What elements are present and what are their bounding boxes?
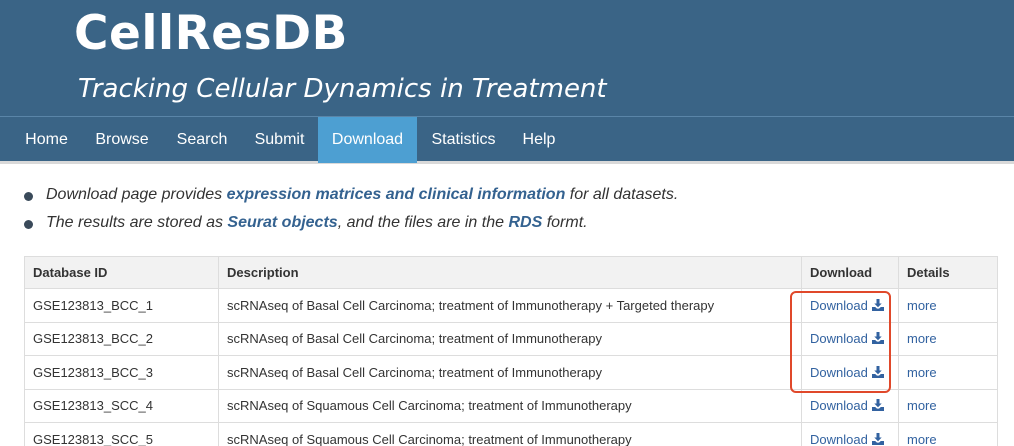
cell-database-id: GSE123813_BCC_2 [24, 321, 219, 356]
site-tagline: Tracking Cellular Dynamics in Treatment [78, 74, 607, 104]
bullet-icon [24, 220, 33, 229]
column-header-database-id: Database ID [24, 256, 219, 289]
note-highlight: Seurat objects [227, 214, 338, 231]
cell-database-id: GSE123813_BCC_1 [24, 288, 219, 323]
note-highlight: RDS [508, 214, 543, 231]
cell-database-id: GSE123813_BCC_3 [24, 355, 219, 390]
details-more-link[interactable]: more [907, 298, 937, 313]
site-banner: CellResDB Tracking Cellular Dynamics in … [0, 0, 1014, 116]
main-nav: Home Browse Search Submit Download Stati… [0, 116, 1014, 164]
download-link-label: Download [810, 398, 868, 414]
download-icon [871, 399, 884, 412]
note-text: , and the files are in the [337, 214, 509, 231]
note-text: The results are stored as [46, 214, 228, 231]
cell-description: scRNAseq of Squamous Cell Carcinoma; tre… [218, 388, 802, 423]
download-icon [871, 432, 884, 445]
details-more-link[interactable]: more [907, 398, 937, 413]
nav-browse[interactable]: Browse [81, 117, 163, 163]
nav-help[interactable]: Help [510, 117, 568, 163]
highlight-box [790, 291, 891, 393]
nav-home[interactable]: Home [12, 117, 81, 163]
table-header-row: Database ID Description Download Details [24, 256, 998, 289]
nav-search[interactable]: Search [163, 117, 241, 163]
column-header-details: Details [898, 256, 998, 289]
details-more-link[interactable]: more [907, 331, 937, 346]
note-text: Download page provides [46, 186, 227, 203]
cell-database-id: GSE123813_SCC_5 [24, 422, 219, 446]
note-text: formt. [542, 214, 588, 231]
table-row: GSE123813_SCC_4 scRNAseq of Squamous Cel… [24, 388, 998, 423]
cell-description: scRNAseq of Basal Cell Carcinoma; treatm… [218, 355, 802, 390]
note-text: for all datasets. [565, 186, 679, 203]
nav-statistics[interactable]: Statistics [417, 117, 510, 163]
details-more-link[interactable]: more [907, 432, 937, 446]
column-header-description: Description [218, 256, 802, 289]
cell-description: scRNAseq of Basal Cell Carcinoma; treatm… [218, 321, 802, 356]
cell-description: scRNAseq of Squamous Cell Carcinoma; tre… [218, 422, 802, 446]
bullet-icon [24, 192, 33, 201]
download-link-label: Download [810, 431, 868, 446]
download-link[interactable]: Download [810, 398, 884, 413]
note-highlight: expression matrices and clinical informa… [226, 186, 566, 203]
column-header-download: Download [801, 256, 899, 289]
details-more-link[interactable]: more [907, 365, 937, 380]
download-link[interactable]: Download [810, 432, 884, 446]
cell-description: scRNAseq of Basal Cell Carcinoma; treatm… [218, 288, 802, 323]
cell-database-id: GSE123813_SCC_4 [24, 388, 219, 423]
site-logo-title[interactable]: CellResDB [74, 6, 348, 61]
nav-submit[interactable]: Submit [241, 117, 318, 163]
table-row: GSE123813_SCC_5 scRNAseq of Squamous Cel… [24, 422, 998, 446]
nav-download[interactable]: Download [318, 117, 417, 163]
